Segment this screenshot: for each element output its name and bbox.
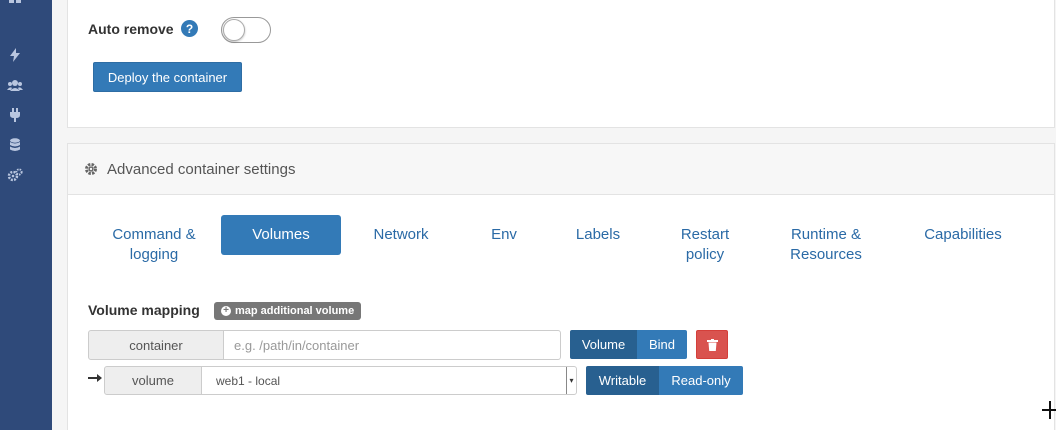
tab-capabilities[interactable]: Capabilities <box>913 225 1013 265</box>
toggle-knob <box>223 19 245 41</box>
map-additional-volume-button[interactable]: + map additional volume <box>214 302 362 320</box>
gear-icon <box>85 163 97 175</box>
volume-addon: volume <box>104 366 202 395</box>
tab-volumes[interactable]: Volumes <box>221 215 341 255</box>
tab-label: Volumes <box>252 226 310 243</box>
help-icon[interactable]: ? <box>181 20 198 37</box>
tab-restart-policy[interactable]: Restart policy <box>670 225 740 265</box>
tab-label-line1: Command & <box>112 226 196 243</box>
volume-type-volume-button[interactable]: Volume <box>570 330 637 359</box>
container-addon: container <box>88 330 224 360</box>
mode-writable-button[interactable]: Writable <box>586 366 659 395</box>
volume-type-toggle: Volume Bind <box>570 330 687 359</box>
advanced-settings-title: Advanced container settings <box>107 160 296 178</box>
tab-label-line1: Runtime & <box>790 226 861 243</box>
sidebar <box>0 0 52 430</box>
tab-env[interactable]: Env <box>479 225 529 265</box>
crosshair-cursor-icon <box>1042 401 1056 419</box>
tab-label: Labels <box>575 226 621 243</box>
remove-volume-button[interactable] <box>696 330 728 359</box>
advanced-settings-header: Advanced container settings <box>68 144 1054 195</box>
deploy-container-button[interactable]: Deploy the container <box>93 62 242 92</box>
volume-select-value: web1 - local <box>216 373 281 388</box>
container-path-input[interactable]: e.g. /path/in/container <box>223 330 561 360</box>
trash-icon <box>706 338 718 351</box>
database-icon[interactable] <box>6 137 24 153</box>
auto-remove-label: Auto remove <box>88 21 174 37</box>
tab-label: Network <box>373 226 429 243</box>
bolt-icon[interactable] <box>6 47 24 63</box>
volume-select[interactable]: web1 - local ▾ <box>201 366 577 395</box>
volume-mode-toggle: Writable Read-only <box>586 366 743 395</box>
tab-label-line2: policy <box>685 246 725 263</box>
tab-label-line2: logging <box>129 246 179 263</box>
dashboard-icon[interactable] <box>6 0 24 12</box>
tab-labels[interactable]: Labels <box>563 225 633 265</box>
users-icon[interactable] <box>6 77 24 93</box>
volume-mapping-label: Volume mapping <box>88 302 200 318</box>
plus-circle-icon: + <box>221 306 231 316</box>
tab-label-line2: Resources <box>790 246 862 263</box>
volume-type-bind-button[interactable]: Bind <box>637 330 687 359</box>
tab-label: Env <box>491 226 517 243</box>
mode-readonly-button[interactable]: Read-only <box>659 366 743 395</box>
plug-icon[interactable] <box>6 107 24 123</box>
chevron-down-icon: ▾ <box>566 367 576 394</box>
tab-command-logging[interactable]: Command & logging <box>104 225 204 265</box>
tab-label: Capabilities <box>924 226 1002 243</box>
tab-runtime-resources[interactable]: Runtime & Resources <box>776 225 876 265</box>
tab-network[interactable]: Network <box>361 225 441 265</box>
cogs-icon[interactable] <box>6 167 24 183</box>
auto-remove-toggle[interactable] <box>221 17 271 43</box>
tab-label-line1: Restart <box>680 226 730 243</box>
map-additional-volume-label: map additional volume <box>235 305 355 317</box>
arrow-right-icon <box>88 374 102 382</box>
